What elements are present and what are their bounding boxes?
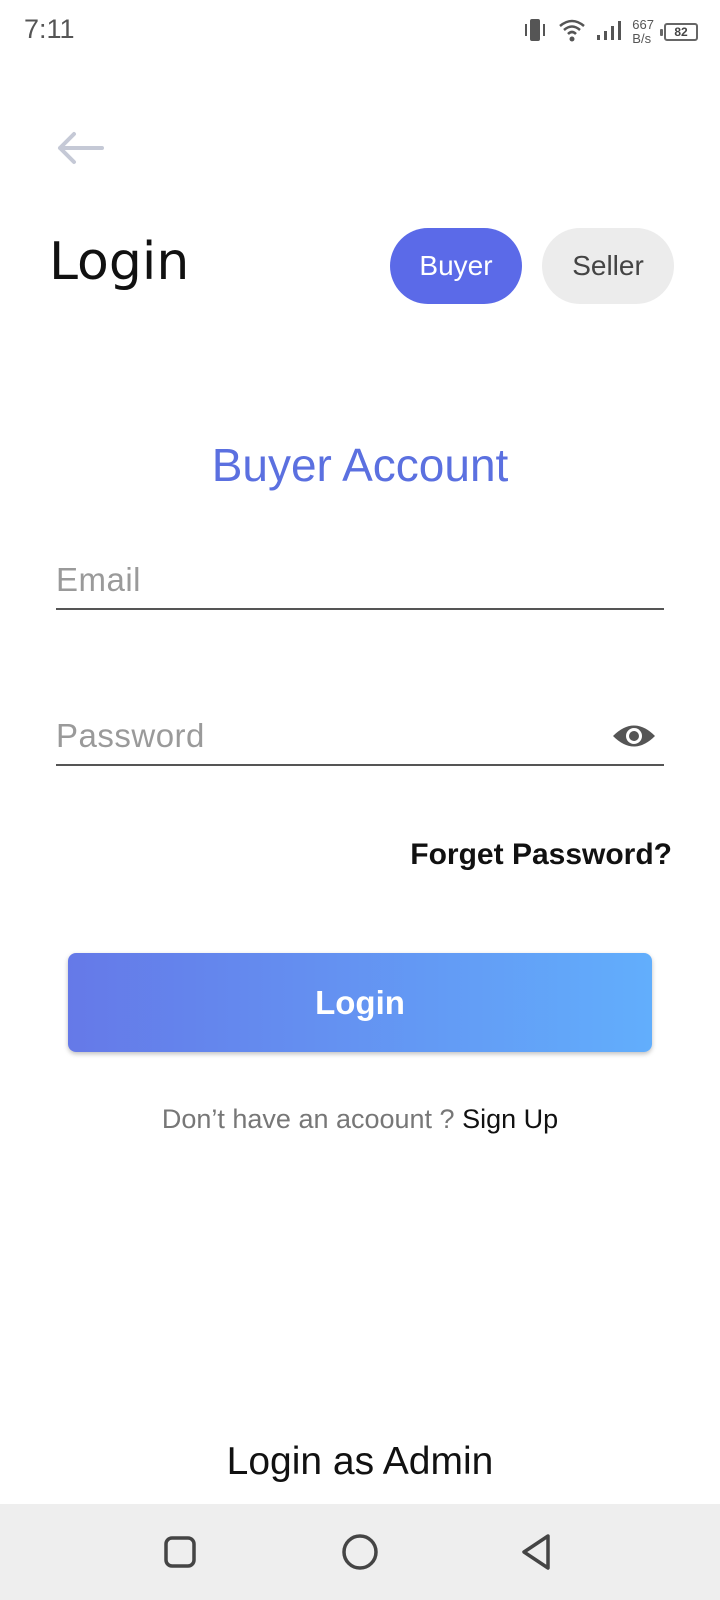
battery-level: 82 <box>674 25 688 39</box>
password-input[interactable] <box>56 708 610 764</box>
status-time: 7:11 <box>24 14 75 44</box>
login-button[interactable]: Login <box>68 953 652 1052</box>
account-heading: Buyer Account <box>211 439 509 491</box>
recents-nav-icon[interactable] <box>156 1528 204 1576</box>
email-field-container <box>56 552 664 610</box>
battery-icon: 82 <box>660 23 698 41</box>
status-icons: 667 B/s 82 <box>522 14 698 50</box>
net-speed-unit: B/s <box>632 31 652 46</box>
buyer-role-button[interactable]: Buyer <box>390 228 522 304</box>
home-nav-icon[interactable] <box>336 1528 384 1576</box>
back-arrow-icon[interactable] <box>52 128 108 168</box>
signup-row: Don’t have an acoount ? Sign Up <box>0 1104 720 1135</box>
vibrate-icon <box>522 18 548 47</box>
back-nav-icon[interactable] <box>512 1528 560 1576</box>
page-title: Login <box>49 232 190 292</box>
login-as-admin-link[interactable]: Login as Admin <box>0 1440 720 1484</box>
signal-icon <box>596 19 622 46</box>
net-speed: 667 B/s <box>632 18 654 46</box>
signup-prompt: Don’t have an acoount ? <box>161 1104 463 1134</box>
system-nav-bar <box>0 1504 720 1600</box>
eye-icon[interactable] <box>610 716 658 756</box>
net-speed-value: 667 <box>632 17 654 32</box>
password-field-container <box>56 708 664 766</box>
seller-role-button[interactable]: Seller <box>542 228 674 304</box>
forget-password-link[interactable]: Forget Password? <box>410 838 672 872</box>
wifi-icon <box>558 18 586 47</box>
signup-link[interactable]: Sign Up <box>462 1104 558 1134</box>
email-input[interactable] <box>56 552 664 608</box>
